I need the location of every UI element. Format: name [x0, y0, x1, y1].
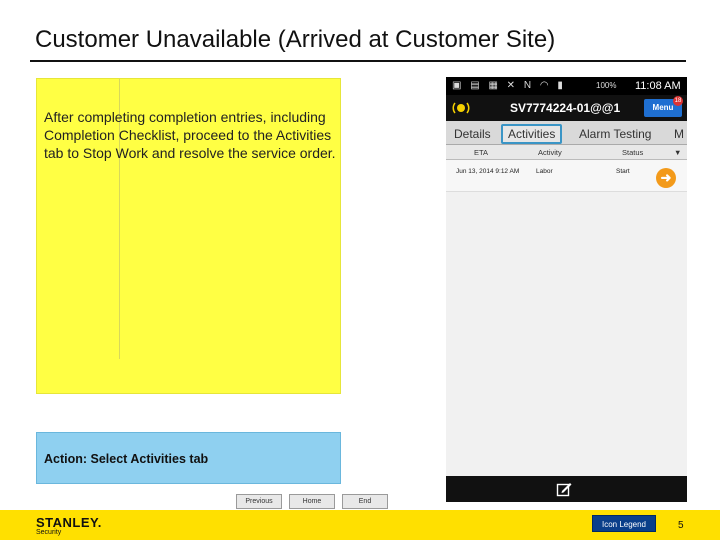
phone-screen: ▣ ▤ ▦ ✕ N ◠ ▮ 100% 11:08 AM SV7774224-01…: [446, 77, 687, 502]
column-activity: Activity: [538, 148, 562, 157]
activity-list: Jun 13, 2014 9:12 AM Labor Start ➜: [446, 160, 687, 476]
column-eta: ETA: [474, 148, 489, 157]
tab-more[interactable]: M: [674, 124, 684, 144]
action-box: Action: Select Activities tab: [36, 432, 341, 484]
tab-bar: Details Activities Alarm Testing M: [446, 121, 687, 145]
tab-activities[interactable]: Activities: [501, 124, 563, 144]
column-headers: ETA Activity Status ▼: [446, 145, 687, 160]
gps-signal-icon: [452, 102, 470, 114]
instruction-note: After completing completion entries, inc…: [36, 78, 341, 394]
slide-title: Customer Unavailable (Arrived at Custome…: [35, 26, 556, 53]
brand-logo: STANLEY.: [36, 515, 102, 530]
previous-button[interactable]: Previous: [236, 494, 282, 509]
order-title: SV7774224-01@@1: [510, 101, 621, 115]
edit-icon[interactable]: [556, 481, 572, 497]
battery-percent: 100%: [596, 81, 617, 90]
home-button[interactable]: Home: [289, 494, 335, 509]
sort-down-icon[interactable]: ▼: [674, 148, 681, 157]
slide: Customer Unavailable (Arrived at Custome…: [0, 0, 720, 540]
app-bar: SV7774224-01@@1 Menu 18: [446, 95, 687, 121]
row-eta: Jun 13, 2014 9:12 AM: [456, 168, 520, 175]
arrow-right-icon[interactable]: ➜: [656, 168, 676, 188]
tab-details[interactable]: Details: [454, 124, 491, 144]
menu-badge: 18: [673, 96, 683, 106]
status-icons: ▣ ▤ ▦ ✕ N ◠ ▮: [452, 80, 566, 91]
icon-legend-button[interactable]: Icon Legend: [592, 515, 656, 532]
action-text: Action: Select Activities tab: [44, 452, 209, 466]
list-item[interactable]: Jun 13, 2014 9:12 AM Labor Start ➜: [446, 160, 687, 192]
status-bar: ▣ ▤ ▦ ✕ N ◠ ▮ 100% 11:08 AM: [446, 77, 687, 95]
row-activity: Labor: [536, 168, 553, 175]
brand-subtitle: Security: [36, 529, 62, 536]
footer: STANLEY. Security Icon Legend 5: [0, 510, 720, 540]
bottom-bar: [446, 476, 687, 502]
instruction-text: After completing completion entries, inc…: [44, 109, 336, 161]
row-status: Start: [616, 168, 630, 175]
column-status: Status: [622, 148, 644, 157]
page-number: 5: [678, 520, 684, 531]
title-divider: [30, 60, 686, 62]
end-button[interactable]: End: [342, 494, 388, 509]
tab-alarm-testing[interactable]: Alarm Testing: [579, 124, 651, 144]
status-time: 11:08 AM: [635, 80, 681, 92]
